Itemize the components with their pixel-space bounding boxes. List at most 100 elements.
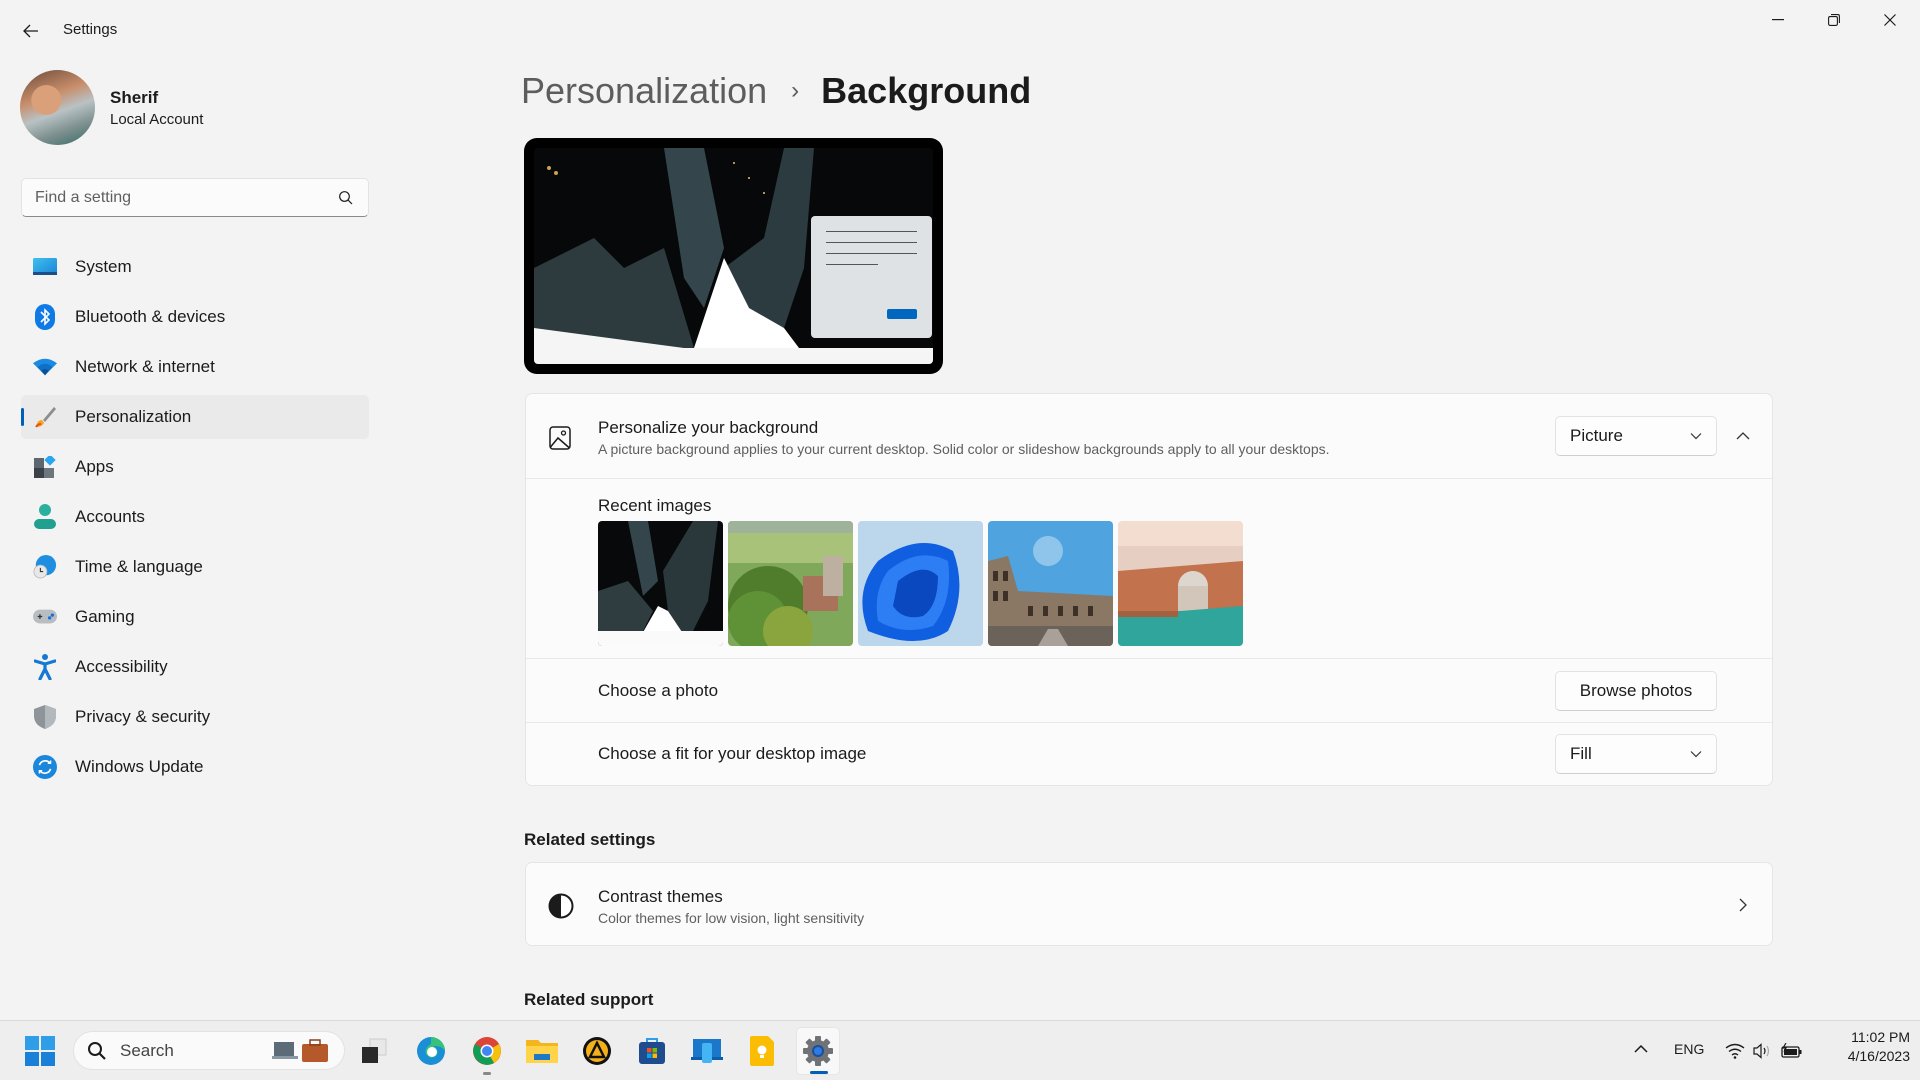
related-settings-heading: Related settings	[524, 830, 656, 849]
sidebar-item-accessibility[interactable]: Accessibility	[21, 645, 369, 689]
sidebar-item-label: Accessibility	[75, 657, 168, 676]
sidebar-item-accounts[interactable]: Accounts	[21, 495, 369, 539]
apps-icon	[33, 455, 57, 479]
chevron-down-icon	[1690, 433, 1702, 440]
taskbar-app-aimp[interactable]	[579, 1033, 615, 1069]
task-view-icon	[362, 1038, 387, 1063]
sidebar-item-system[interactable]: System	[21, 245, 369, 289]
clock-date: 4/16/2023	[1847, 1048, 1910, 1064]
battery-charging-icon	[1781, 1043, 1802, 1058]
minimize-button[interactable]	[1750, 0, 1806, 40]
sidebar-item-label: Network & internet	[75, 357, 215, 376]
system-icon	[33, 255, 57, 279]
browse-photos-button[interactable]: Browse photos	[1555, 671, 1717, 711]
taskbar-app-keep[interactable]	[744, 1033, 780, 1069]
quick-settings-button[interactable]	[1725, 1039, 1825, 1063]
start-button[interactable]	[22, 1033, 58, 1069]
breadcrumb-chevron-icon: ›	[791, 77, 800, 104]
recent-images-list	[598, 521, 1258, 646]
taskbar-app-edge[interactable]	[413, 1033, 449, 1069]
recent-image-venice-aerial[interactable]	[1118, 521, 1243, 646]
sidebar-item-label: Bluetooth & devices	[75, 307, 226, 326]
choose-photo-label: Choose a photo	[598, 681, 719, 700]
taskbar-search[interactable]: Search	[73, 1031, 345, 1070]
background-type-value: Picture	[1570, 426, 1623, 445]
sidebar-nav: System Bluetooth & devices Network & int…	[21, 245, 369, 795]
keep-icon	[750, 1036, 774, 1066]
account-type: Local Account	[110, 111, 204, 128]
recent-image-green-countryside[interactable]	[728, 521, 853, 646]
store-icon	[639, 1038, 665, 1064]
accessibility-icon	[33, 654, 57, 680]
recent-images-label: Recent images	[598, 496, 712, 515]
recent-image-windows-11-bloom[interactable]	[858, 521, 983, 646]
sidebar-item-label: Time & language	[75, 557, 203, 576]
sidebar-item-bluetooth[interactable]: Bluetooth & devices	[21, 295, 369, 339]
taskbar-search-label: Search	[120, 1040, 174, 1060]
running-indicator	[483, 1072, 491, 1075]
contrast-themes-card[interactable]: Contrast themes Color themes for low vis…	[525, 862, 1773, 946]
personalize-background-card: Personalize your background A picture ba…	[525, 393, 1773, 786]
search-highlight-icon	[272, 1039, 328, 1062]
active-indicator	[810, 1071, 828, 1074]
app-title: Settings	[63, 21, 118, 38]
background-type-dropdown[interactable]: Picture	[1555, 416, 1717, 456]
sidebar-item-windows-update[interactable]: Windows Update	[21, 745, 369, 789]
search-input[interactable]	[22, 179, 322, 216]
background-type-row[interactable]: Personalize your background A picture ba…	[526, 394, 1772, 479]
preview-wallpaper	[534, 148, 933, 364]
background-description: A picture background applies to your cur…	[598, 441, 1330, 457]
contrast-themes-subtitle: Color themes for low vision, light sensi…	[598, 910, 865, 926]
title-bar: Settings	[0, 0, 1920, 48]
aimp-icon	[583, 1037, 611, 1065]
find-setting-search[interactable]	[21, 178, 369, 217]
breadcrumb-parent[interactable]: Personalization	[521, 70, 767, 112]
restore-button[interactable]	[1806, 0, 1862, 40]
close-button[interactable]	[1862, 0, 1918, 40]
page-title: Background	[821, 70, 1032, 111]
task-view-button[interactable]	[356, 1033, 392, 1069]
taskbar: Search ENG 11:02 PM 4/16/2023	[0, 1020, 1920, 1080]
person-icon	[33, 504, 57, 529]
preview-window	[811, 216, 932, 338]
bluetooth-icon	[33, 304, 57, 330]
clock-time: 11:02 PM	[1851, 1029, 1910, 1045]
background-title: Personalize your background	[598, 418, 819, 437]
restore-icon	[1828, 14, 1840, 26]
chrome-icon	[473, 1037, 501, 1065]
back-button[interactable]	[14, 14, 48, 48]
paintbrush-icon	[33, 405, 57, 429]
sidebar-item-personalization[interactable]: Personalization	[21, 395, 369, 439]
taskbar-app-settings[interactable]	[796, 1027, 840, 1075]
sidebar-item-label: System	[75, 257, 132, 276]
taskbar-app-chrome[interactable]	[469, 1033, 505, 1075]
close-icon	[1884, 14, 1896, 26]
taskbar-app-file-explorer[interactable]	[524, 1033, 560, 1069]
show-hidden-icons-button[interactable]	[1631, 1039, 1651, 1059]
sidebar-item-apps[interactable]: Apps	[21, 445, 369, 489]
fit-value: Fill	[1570, 744, 1592, 763]
sidebar-item-privacy[interactable]: Privacy & security	[21, 695, 369, 739]
sidebar-item-label: Personalization	[75, 407, 192, 426]
avatar[interactable]	[20, 70, 95, 145]
wifi-status-icon	[1725, 1043, 1745, 1059]
sidebar-item-time-language[interactable]: Time & language	[21, 545, 369, 589]
related-support-heading: Related support	[524, 990, 654, 1009]
fit-dropdown[interactable]: Fill	[1555, 734, 1717, 774]
sidebar-item-label: Accounts	[75, 507, 145, 526]
fit-label: Choose a fit for your desktop image	[598, 744, 867, 763]
search-icon[interactable]	[338, 190, 354, 206]
sidebar-item-network[interactable]: Network & internet	[21, 345, 369, 389]
recent-image-dark-skyscrapers[interactable]	[598, 521, 723, 646]
clock[interactable]: 11:02 PM 4/16/2023	[1820, 1029, 1910, 1064]
contrast-themes-title: Contrast themes	[598, 887, 723, 906]
gamepad-icon	[33, 605, 57, 629]
desktop-preview	[524, 138, 943, 374]
collapse-button[interactable]	[1731, 424, 1755, 448]
taskbar-app-store[interactable]	[634, 1033, 670, 1069]
taskbar-app-phone-link[interactable]	[689, 1033, 725, 1069]
sidebar-item-label: Gaming	[75, 607, 135, 626]
sidebar-item-gaming[interactable]: Gaming	[21, 595, 369, 639]
recent-image-colosseum[interactable]	[988, 521, 1113, 646]
language-indicator[interactable]: ENG	[1674, 1041, 1704, 1057]
